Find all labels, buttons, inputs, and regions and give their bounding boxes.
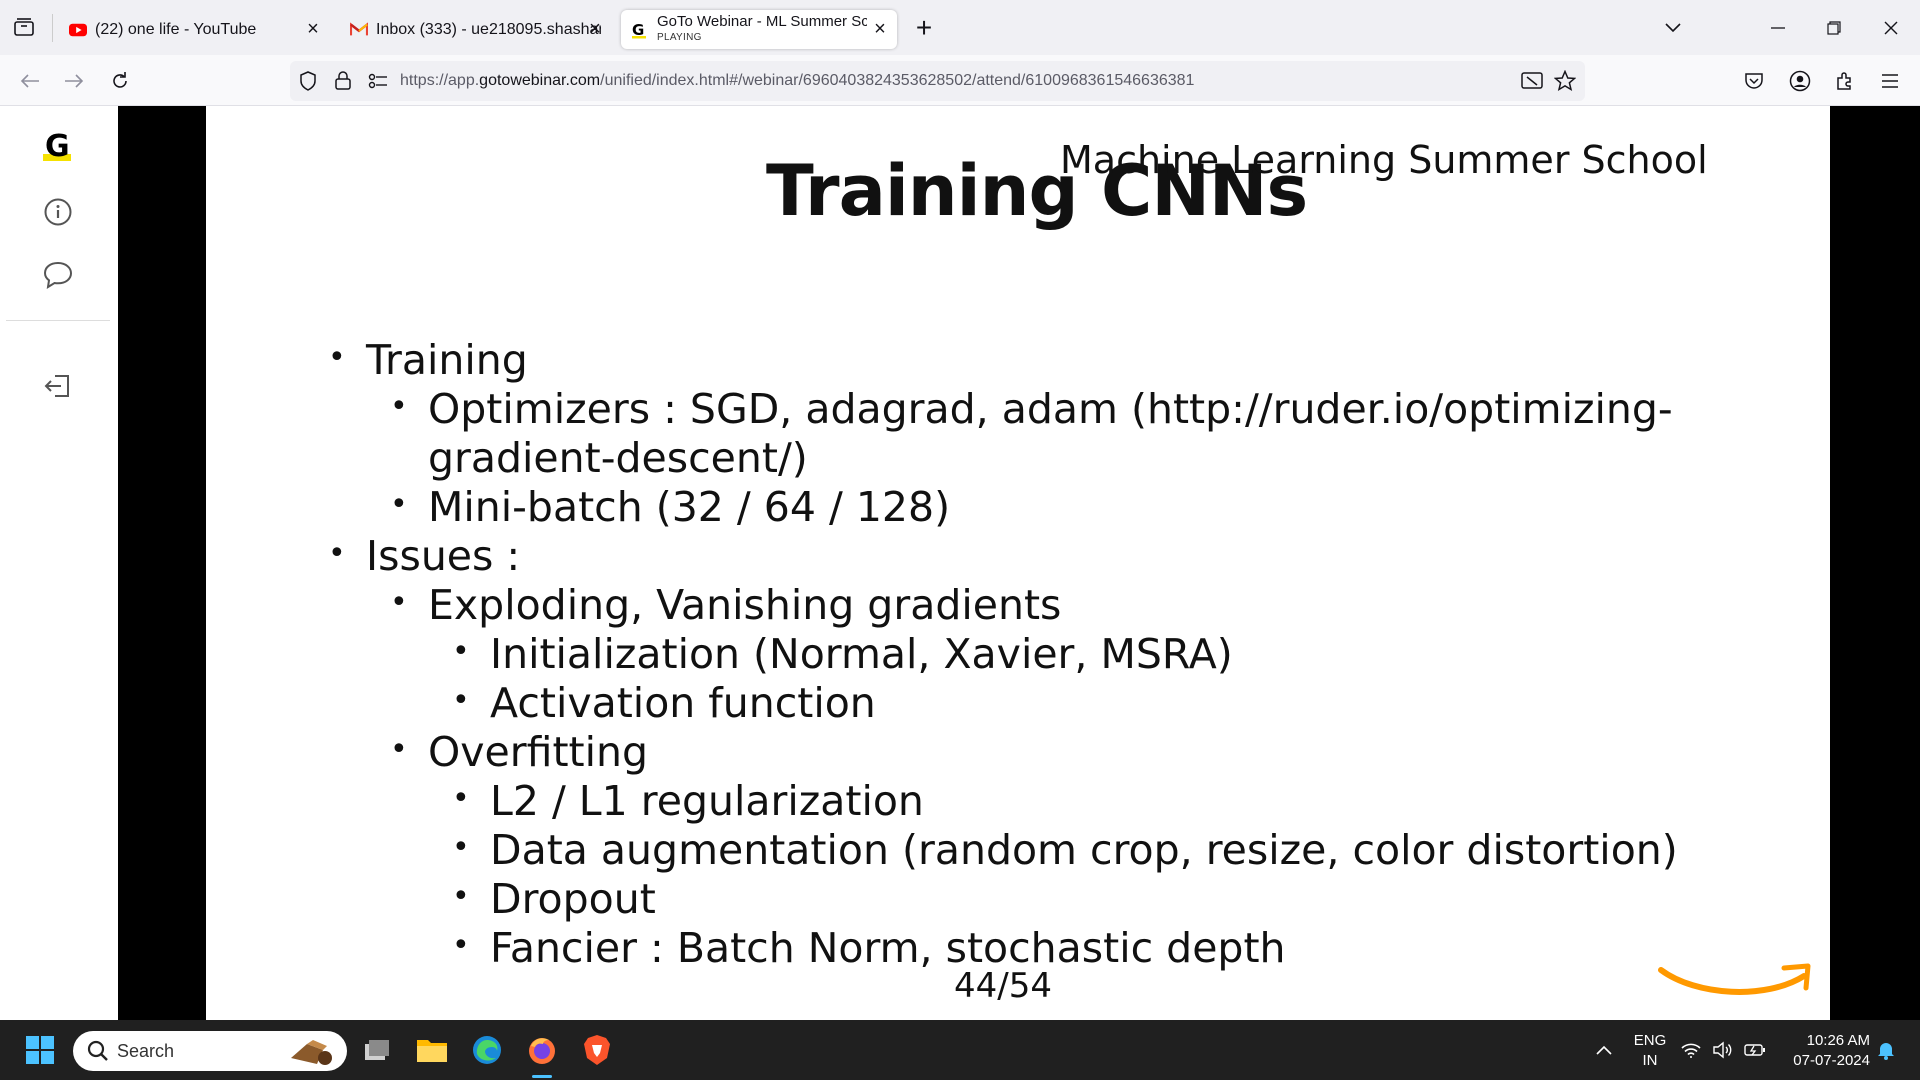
url-prefix: https://app.	[400, 72, 480, 89]
brave-browser-icon[interactable]	[577, 1030, 617, 1070]
search-highlight-icon	[287, 1038, 335, 1071]
account-icon[interactable]	[1784, 65, 1816, 97]
language-indicator[interactable]: ENG IN	[1626, 1031, 1674, 1071]
svg-text:G: G	[45, 129, 70, 164]
bullet-level-2: gradient-descent/)	[428, 434, 808, 482]
bullet-level-3: Activation function	[452, 679, 876, 727]
firefox-icon[interactable]	[522, 1030, 562, 1070]
tab-overview-icon[interactable]	[8, 11, 40, 43]
close-tab-icon[interactable]: ×	[584, 18, 606, 40]
clock-date: 07-07-2024	[1793, 1052, 1870, 1069]
bullet-level-2: Exploding, Vanishing gradients	[390, 581, 1061, 629]
tab-strip: (22) one life - YouTube × Inbox (333) - …	[0, 0, 1920, 55]
tab-divider	[52, 14, 53, 42]
tab-gmail[interactable]: Inbox (333) - ue218095.shashank ×	[342, 10, 612, 49]
taskbar-search-box[interactable]: Search	[73, 1031, 347, 1071]
forward-icon[interactable]	[58, 65, 90, 97]
clock[interactable]: 10:26 AM 07-07-2024	[1780, 1031, 1870, 1071]
leave-session-icon[interactable]	[40, 368, 76, 404]
bullet-level-1: Training	[328, 336, 528, 384]
restore-icon[interactable]	[1818, 12, 1850, 44]
volume-icon[interactable]	[1710, 1030, 1736, 1070]
os-taskbar: Search ENG IN 10:26 AM 07-07-2024	[0, 1020, 1920, 1080]
list-all-tabs-icon[interactable]	[1657, 12, 1689, 44]
slide-page-number: 44/54	[954, 966, 1052, 1006]
bullet-level-2: Mini-batch (32 / 64 / 128)	[390, 483, 950, 531]
notification-bell-icon[interactable]	[1868, 1030, 1904, 1070]
youtube-icon	[69, 21, 87, 39]
clock-time: 10:26 AM	[1806, 1032, 1870, 1049]
rail-divider	[6, 320, 110, 321]
tracking-protection-icon[interactable]	[298, 71, 318, 96]
task-view-icon[interactable]	[357, 1030, 397, 1070]
close-tab-icon[interactable]: ×	[302, 18, 324, 40]
amazon-smile-logo	[1658, 963, 1811, 995]
wifi-icon[interactable]	[1678, 1030, 1704, 1070]
windows-start-icon[interactable]	[20, 1030, 60, 1070]
chat-icon[interactable]	[40, 257, 76, 293]
url-text[interactable]: https://app.gotowebinar.com/unified/inde…	[400, 72, 1194, 90]
lock-icon[interactable]	[334, 70, 352, 95]
bullet-level-2: Overfitting	[390, 728, 648, 776]
language-code: ENG	[1633, 1032, 1667, 1049]
bullet-level-3: L2 / L1 regularization	[452, 777, 924, 825]
tab-title: GoTo Webinar - ML Summer Sc	[657, 13, 867, 30]
tab-title: Inbox (333) - ue218095.shashank	[376, 20, 601, 38]
pocket-icon[interactable]	[1738, 65, 1770, 97]
back-icon[interactable]	[14, 65, 46, 97]
webinar-stage: Training CNNs Machine Learning Summer Sc…	[118, 106, 1920, 1020]
navigation-toolbar: https://app.gotowebinar.com/unified/inde…	[0, 55, 1920, 106]
bullet-level-3: Fancier : Batch Norm, stochastic depth	[452, 924, 1286, 972]
goto-logo: G	[40, 128, 76, 164]
permissions-icon[interactable]	[368, 73, 388, 94]
edge-browser-icon[interactable]	[467, 1030, 507, 1070]
presentation-slide: Training CNNs Machine Learning Summer Sc…	[206, 106, 1830, 1020]
tray-chevron-icon[interactable]	[1584, 1030, 1624, 1070]
bullet-level-1: Issues :	[328, 532, 520, 580]
bullet-level-2: Optimizers : SGD, adagrad, adam (http://…	[390, 385, 1673, 433]
bullet-level-3: Initialization (Normal, Xavier, MSRA)	[452, 630, 1233, 678]
tab-youtube[interactable]: (22) one life - YouTube ×	[60, 10, 330, 49]
bullet-level-3: Dropout	[452, 875, 656, 923]
close-tab-icon[interactable]: ×	[869, 18, 891, 40]
bookmark-star-icon[interactable]	[1553, 69, 1577, 97]
url-host: gotowebinar.com	[479, 72, 601, 89]
file-explorer-icon[interactable]	[412, 1030, 452, 1070]
tab-gotowebinar[interactable]: G GoTo Webinar - ML Summer Sc PLAYING ×	[621, 10, 897, 49]
close-window-icon[interactable]	[1875, 12, 1907, 44]
region-code: IN	[1642, 1052, 1658, 1069]
url-bar[interactable]: https://app.gotowebinar.com/unified/inde…	[290, 61, 1585, 101]
goto-icon: G	[631, 21, 649, 39]
reload-icon[interactable]	[104, 65, 136, 97]
minimize-icon[interactable]	[1762, 12, 1794, 44]
playing-indicator: PLAYING	[657, 31, 702, 43]
info-icon[interactable]	[40, 194, 76, 230]
screen-share-icon[interactable]	[1521, 71, 1543, 96]
search-icon	[87, 1040, 109, 1067]
tab-title: (22) one life - YouTube	[95, 20, 257, 38]
webinar-side-rail: G	[0, 106, 118, 1020]
gmail-icon	[350, 21, 368, 39]
new-tab-button[interactable]: +	[908, 12, 940, 44]
school-header: Machine Learning Summer School	[1060, 138, 1708, 182]
bullet-level-3: Data augmentation (random crop, resize, …	[452, 826, 1678, 874]
active-app-indicator	[532, 1075, 552, 1078]
menu-icon[interactable]	[1874, 65, 1906, 97]
battery-icon[interactable]	[1742, 1030, 1768, 1070]
search-placeholder: Search	[117, 1040, 175, 1061]
extensions-icon[interactable]	[1829, 65, 1861, 97]
url-path: /unified/index.html#/webinar/69604038243…	[600, 72, 1195, 89]
